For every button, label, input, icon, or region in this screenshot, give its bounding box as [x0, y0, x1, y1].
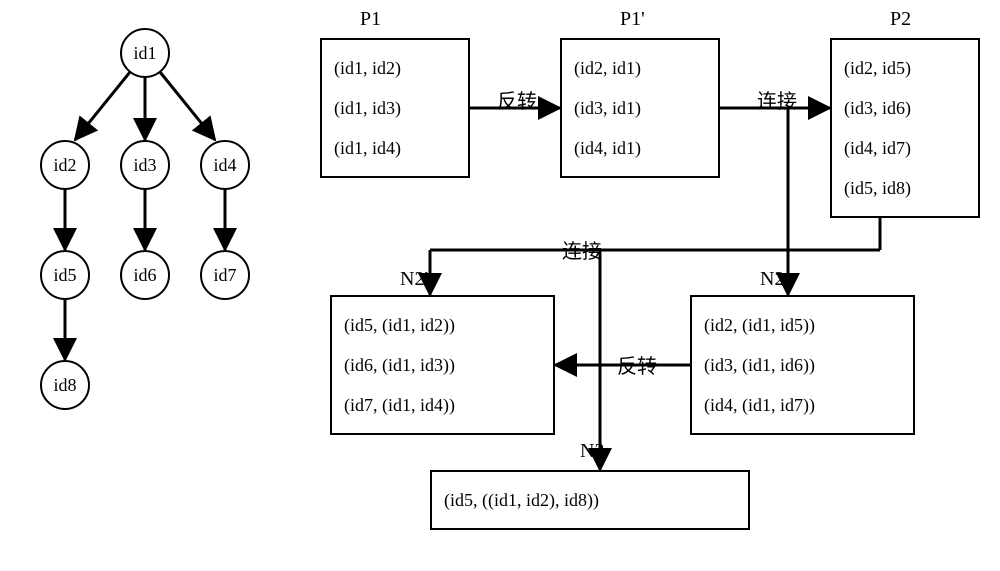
- edge-label-connect-1: 连接: [755, 85, 799, 114]
- diagram-canvas: id1 id2 id3 id4 id5 id6 id7 id8 P1 P1' P…: [0, 0, 1000, 571]
- node-label: id8: [53, 375, 76, 396]
- box-p1: (id1, id2) (id1, id3) (id1, id4): [320, 38, 470, 178]
- tree-node-id3: id3: [120, 140, 170, 190]
- nested-row: (id7, (id1, id4)): [344, 390, 541, 421]
- nested-row: (id6, (id1, id3)): [344, 350, 541, 381]
- node-label: id2: [53, 155, 76, 176]
- tree-node-id4: id4: [200, 140, 250, 190]
- tree-node-id8: id8: [40, 360, 90, 410]
- pair-row: (id4, id1): [574, 133, 706, 164]
- edge-label-reverse-2: 反转: [615, 350, 659, 379]
- node-label: id3: [133, 155, 156, 176]
- box-n2: (id2, (id1, id5)) (id3, (id1, id6)) (id4…: [690, 295, 915, 435]
- pair-row: (id2, id5): [844, 53, 966, 84]
- box-n3: (id5, ((id1, id2), id8)): [430, 470, 750, 530]
- edge-label-reverse-1: 反转: [495, 85, 539, 114]
- nested-row: (id5, ((id1, id2), id8)): [444, 485, 736, 516]
- nested-row: (id5, (id1, id2)): [344, 310, 541, 341]
- nested-row: (id2, (id1, id5)): [704, 310, 901, 341]
- node-label: id1: [133, 43, 156, 64]
- pair-row: (id1, id4): [334, 133, 456, 164]
- box-p1p: (id2, id1) (id3, id1) (id4, id1): [560, 38, 720, 178]
- tree-node-id6: id6: [120, 250, 170, 300]
- box-label-n2p: N2': [400, 268, 428, 291]
- node-label: id4: [213, 155, 236, 176]
- box-label-n3: N3: [580, 440, 604, 463]
- tree-edge: [160, 72, 215, 140]
- pair-row: (id4, id7): [844, 133, 966, 164]
- node-label: id7: [213, 265, 236, 286]
- tree-node-id5: id5: [40, 250, 90, 300]
- pair-row: (id5, id8): [844, 173, 966, 204]
- edge-label-connect-2: 连接: [560, 235, 604, 264]
- box-label-p1: P1: [360, 8, 381, 31]
- box-label-p2: P2: [890, 8, 911, 31]
- node-label: id5: [53, 265, 76, 286]
- tree-node-id1: id1: [120, 28, 170, 78]
- node-label: id6: [133, 265, 156, 286]
- box-label-p1p: P1': [620, 8, 645, 31]
- nested-row: (id3, (id1, id6)): [704, 350, 901, 381]
- pair-row: (id1, id3): [334, 93, 456, 124]
- pair-row: (id2, id1): [574, 53, 706, 84]
- pair-row: (id3, id6): [844, 93, 966, 124]
- tree-node-id7: id7: [200, 250, 250, 300]
- pair-row: (id3, id1): [574, 93, 706, 124]
- pair-row: (id1, id2): [334, 53, 456, 84]
- nested-row: (id4, (id1, id7)): [704, 390, 901, 421]
- tree-edge: [75, 72, 130, 140]
- box-p2: (id2, id5) (id3, id6) (id4, id7) (id5, i…: [830, 38, 980, 218]
- box-n2p: (id5, (id1, id2)) (id6, (id1, id3)) (id7…: [330, 295, 555, 435]
- box-label-n2: N2: [760, 268, 784, 291]
- tree-node-id2: id2: [40, 140, 90, 190]
